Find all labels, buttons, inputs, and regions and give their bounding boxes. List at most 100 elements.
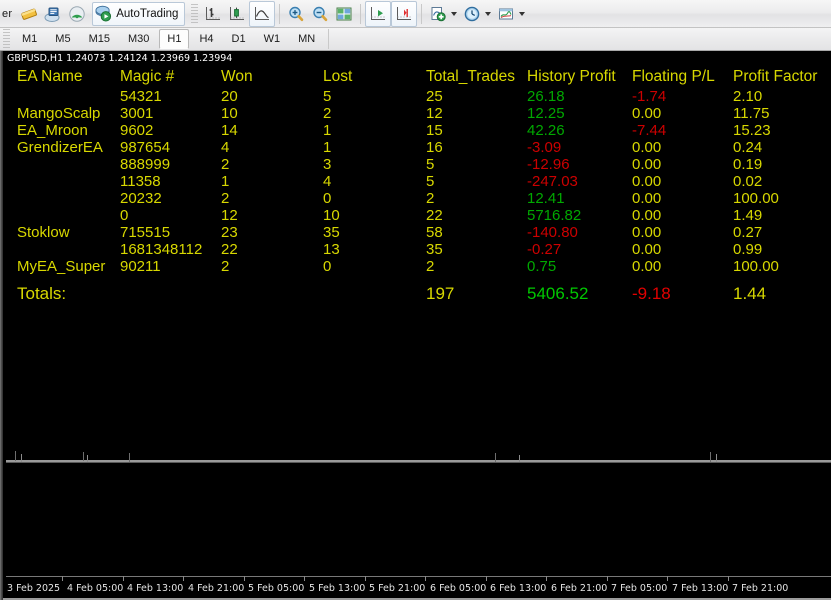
candlestick-chart-icon[interactable] [225, 2, 249, 26]
cell-magic: 90211 [120, 258, 161, 275]
cell-name: Stoklow [17, 224, 70, 241]
cell-history: 5716.82 [527, 207, 582, 224]
cell-lost: 4 [323, 173, 332, 190]
time-axis-label: 6 Feb 21:00 [551, 583, 608, 594]
toolbar-grip[interactable] [191, 3, 199, 24]
indicators-dropdown-caret[interactable] [451, 11, 458, 16]
main-toolbar: er AutoTrading [0, 0, 831, 28]
cell-pf: 1.49 [733, 207, 763, 224]
cell-total: 35 [426, 241, 443, 258]
auto-scroll-icon[interactable] [365, 0, 392, 27]
timeframe-w1[interactable]: W1 [256, 29, 289, 49]
timeframe-m30[interactable]: M30 [120, 29, 157, 49]
cell-total: 12 [426, 105, 443, 122]
periods-group[interactable] [460, 2, 494, 26]
time-axis-label: 6 Feb 05:00 [430, 583, 487, 594]
cell-lost: 1 [323, 122, 332, 139]
bar-chart-icon[interactable] [201, 2, 225, 26]
templates-dropdown-caret[interactable] [519, 11, 526, 16]
cell-history: -12.96 [527, 156, 570, 173]
timeframe-m15[interactable]: M15 [81, 29, 118, 49]
cell-magic: 3001 [120, 105, 154, 122]
table-body: 54321 20 5 25 26.18 -1.74 2.10 MangoScalp 3001 10… [3, 88, 831, 275]
totals-floating-pl: -9.18 [632, 284, 671, 303]
templates-icon[interactable] [494, 2, 518, 26]
zoom-in-icon[interactable] [284, 2, 308, 26]
table-row: 0 12 10 22 5716.82 0.00 1.49 [3, 207, 831, 224]
autotrading-button[interactable]: AutoTrading [92, 1, 186, 26]
signals-icon[interactable] [65, 2, 89, 26]
cell-magic: 715515 [120, 224, 171, 241]
header-history-profit: History Profit [527, 68, 616, 85]
cell-won: 22 [221, 241, 238, 258]
header-floating-pl: Floating P/L [632, 68, 715, 85]
time-axis-label: 4 Feb 21:00 [188, 583, 245, 594]
cell-won: 23 [221, 224, 238, 241]
templates-group[interactable] [494, 2, 528, 26]
toolbar-separator-2 [360, 3, 362, 24]
time-axis-tick [123, 576, 124, 581]
toolbar-separator-3 [421, 3, 423, 24]
cell-magic: 11358 [120, 173, 161, 190]
table-row: GrendizerEA 987654 4 1 16 -3.09 0.00 0.24 [3, 139, 831, 156]
timeframe-h4[interactable]: H4 [191, 29, 221, 49]
cell-lost: 1 [323, 139, 332, 156]
cell-floating: -1.74 [632, 88, 667, 105]
totals-history-profit: 5406.52 [527, 284, 589, 303]
cell-magic: 987654 [120, 139, 171, 156]
periods-icon[interactable] [460, 2, 484, 26]
cell-lost: 3 [323, 156, 332, 173]
cell-magic: 20232 [120, 190, 162, 207]
cell-magic: 888999 [120, 156, 171, 173]
cell-total: 25 [426, 88, 443, 105]
table-row: 888999 2 3 5 -12.96 0.00 0.19 [3, 156, 831, 173]
indicators-icon[interactable] [426, 2, 450, 26]
tile-windows-icon[interactable] [332, 2, 356, 26]
timeframe-m5[interactable]: M5 [47, 29, 78, 49]
time-axis-label: 7 Feb 21:00 [732, 583, 789, 594]
time-axis-label: 4 Feb 05:00 [67, 583, 124, 594]
cell-pf: 0.27 [733, 224, 763, 241]
timeframe-grip[interactable] [3, 29, 10, 49]
timeframe-bar: M1 M5 M15 M30 H1 H4 D1 W1 MN [0, 28, 831, 51]
cell-magic: 9602 [120, 122, 154, 139]
line-chart-icon[interactable] [249, 0, 276, 27]
time-axis[interactable]: 3 Feb 2025 4 Feb 05:00 4 Feb 13:00 4 Feb 21… [3, 576, 831, 600]
cell-name: MangoScalp [17, 105, 101, 122]
cell-pf: 0.02 [733, 173, 763, 190]
candle-wick [710, 452, 711, 462]
timeframe-mn[interactable]: MN [290, 29, 323, 49]
chart-shift-icon[interactable] [391, 0, 418, 27]
cell-total: 58 [426, 224, 443, 241]
cell-floating: 0.00 [632, 190, 662, 207]
periods-dropdown-caret[interactable] [485, 11, 492, 16]
timeframe-h1[interactable]: H1 [159, 29, 190, 49]
price-line-shadow [6, 462, 831, 463]
zoom-out-icon[interactable] [308, 2, 332, 26]
timeframe-d1[interactable]: D1 [224, 29, 254, 49]
cell-name: GrendizerEA [17, 139, 103, 156]
header-magic: Magic # [120, 68, 175, 85]
cell-floating: 0.00 [632, 139, 662, 156]
chart-pane[interactable]: GBPUSD,H1 1.24073 1.24124 1.23969 1.2399… [0, 51, 831, 600]
indicators-group[interactable] [426, 2, 460, 26]
ea-statistics-table: EA Name Magic # Won Lost Total_Trades Hi… [3, 67, 831, 309]
new-order-icon[interactable] [17, 2, 41, 26]
time-axis-label: 3 Feb 2025 [7, 583, 61, 594]
cell-history: 12.25 [527, 105, 565, 122]
header-total-trades: Total_Trades [426, 68, 516, 85]
cell-floating: 0.00 [632, 105, 662, 122]
cell-floating: 0.00 [632, 207, 662, 224]
cell-history: -0.27 [527, 241, 562, 258]
cell-magic: 1681348112 [120, 241, 203, 258]
metaeditor-icon[interactable] [41, 2, 65, 26]
cell-total: 5 [426, 173, 435, 190]
timeframe-separator [328, 29, 330, 49]
time-axis-tick [365, 576, 366, 581]
cell-won: 2 [221, 190, 230, 207]
cell-lost: 35 [323, 224, 340, 241]
time-axis-tick [546, 576, 547, 581]
cell-history: 26.18 [527, 88, 565, 105]
time-axis-label: 4 Feb 13:00 [127, 583, 184, 594]
timeframe-m1[interactable]: M1 [14, 29, 45, 49]
